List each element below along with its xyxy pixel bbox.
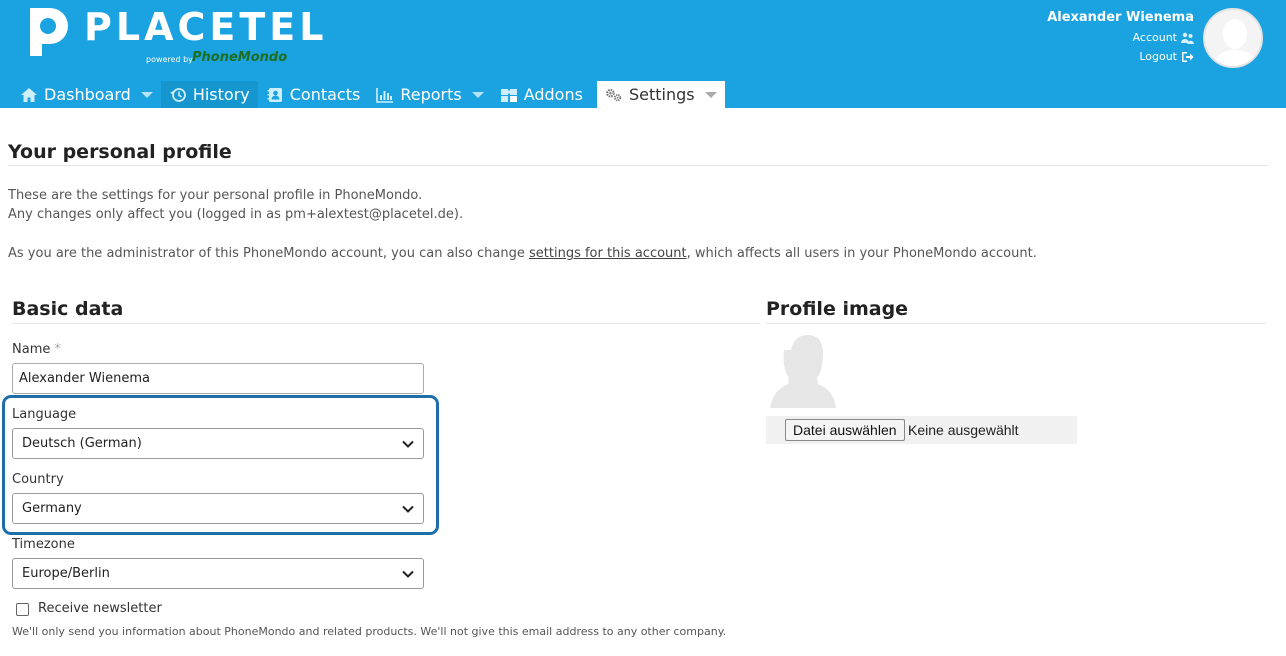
nav-contacts-label: Contacts bbox=[289, 85, 361, 104]
divider bbox=[12, 323, 760, 324]
user-avatar[interactable] bbox=[1203, 8, 1263, 68]
top-header: PLACETEL powered by PhoneMondo Alexander… bbox=[0, 0, 1286, 108]
language-country-highlight bbox=[2, 395, 439, 535]
logout-icon bbox=[1182, 51, 1194, 62]
intro-line-2: Any changes only affect you (logged in a… bbox=[8, 207, 464, 222]
admin-notice-prefix: As you are the administrator of this Pho… bbox=[8, 246, 529, 261]
logout-link[interactable]: Logout bbox=[1139, 50, 1194, 63]
timezone-label: Timezone bbox=[12, 537, 75, 552]
name-input[interactable]: Alexander Wienema bbox=[12, 363, 424, 394]
placetel-logo[interactable]: PLACETEL powered by PhoneMondo bbox=[24, 4, 323, 68]
nav-settings-label: Settings bbox=[628, 85, 695, 104]
main-nav: Dashboard History Contacts Reports Addon… bbox=[12, 81, 725, 108]
nav-dashboard-label: Dashboard bbox=[44, 85, 131, 104]
name-label-text: Name bbox=[12, 342, 51, 357]
phonemondo-brand: PhoneMondo bbox=[192, 50, 288, 65]
name-input-value: Alexander Wienema bbox=[19, 371, 150, 386]
profile-image-title: Profile image bbox=[766, 298, 909, 320]
choose-file-button[interactable]: Datei auswählen bbox=[785, 419, 905, 441]
basic-data-title: Basic data bbox=[12, 298, 124, 320]
puzzle-icon bbox=[500, 87, 518, 103]
default-avatar-icon bbox=[1205, 10, 1261, 66]
intro-line-1: These are the settings for your personal… bbox=[8, 188, 423, 203]
name-label: Name * bbox=[12, 342, 61, 357]
timezone-select[interactable]: Europe/Berlin bbox=[12, 558, 424, 589]
chevron-down-icon[interactable] bbox=[471, 91, 484, 98]
chevron-down-icon bbox=[402, 570, 414, 578]
nav-contacts[interactable]: Contacts bbox=[258, 81, 369, 108]
user-name: Alexander Wienema bbox=[1047, 10, 1194, 25]
required-marker: * bbox=[54, 342, 62, 357]
newsletter-help-text: We'll only send you information about Ph… bbox=[12, 625, 727, 638]
default-profile-image bbox=[770, 335, 836, 408]
timezone-select-value: Europe/Berlin bbox=[22, 566, 110, 581]
nav-reports-label: Reports bbox=[400, 85, 462, 104]
chevron-down-icon[interactable] bbox=[704, 91, 717, 98]
newsletter-label[interactable]: Receive newsletter bbox=[38, 601, 162, 616]
nav-addons[interactable]: Addons bbox=[492, 81, 591, 108]
home-icon bbox=[20, 87, 38, 103]
nav-dashboard[interactable]: Dashboard bbox=[12, 81, 161, 108]
divider bbox=[766, 323, 1266, 324]
contacts-icon bbox=[266, 87, 284, 103]
account-settings-link[interactable]: settings for this account bbox=[529, 246, 687, 261]
chevron-down-icon[interactable] bbox=[140, 91, 153, 98]
admin-notice: As you are the administrator of this Pho… bbox=[8, 246, 1037, 261]
account-link-label: Account bbox=[1132, 31, 1177, 44]
divider bbox=[8, 165, 1268, 166]
newsletter-checkbox[interactable] bbox=[16, 603, 29, 616]
nav-settings[interactable]: Settings bbox=[596, 81, 725, 108]
logo-p-icon bbox=[30, 8, 68, 56]
logout-link-label: Logout bbox=[1139, 50, 1177, 63]
admin-notice-suffix: , which affects all users in your PhoneM… bbox=[686, 246, 1037, 261]
nav-addons-label: Addons bbox=[523, 85, 583, 104]
bar-chart-icon bbox=[376, 87, 394, 103]
page-title: Your personal profile bbox=[8, 141, 232, 163]
gears-icon bbox=[605, 87, 623, 103]
account-link[interactable]: Account bbox=[1133, 31, 1194, 44]
history-icon bbox=[169, 87, 187, 103]
nav-history-label: History bbox=[192, 85, 250, 104]
logo-text: PLACETEL bbox=[84, 5, 328, 49]
powered-by-text: powered by bbox=[146, 55, 193, 64]
nav-history[interactable]: History bbox=[160, 81, 258, 108]
users-icon bbox=[1181, 32, 1194, 44]
no-file-text: Keine ausgewählt bbox=[908, 422, 1019, 438]
nav-reports[interactable]: Reports bbox=[368, 81, 491, 108]
